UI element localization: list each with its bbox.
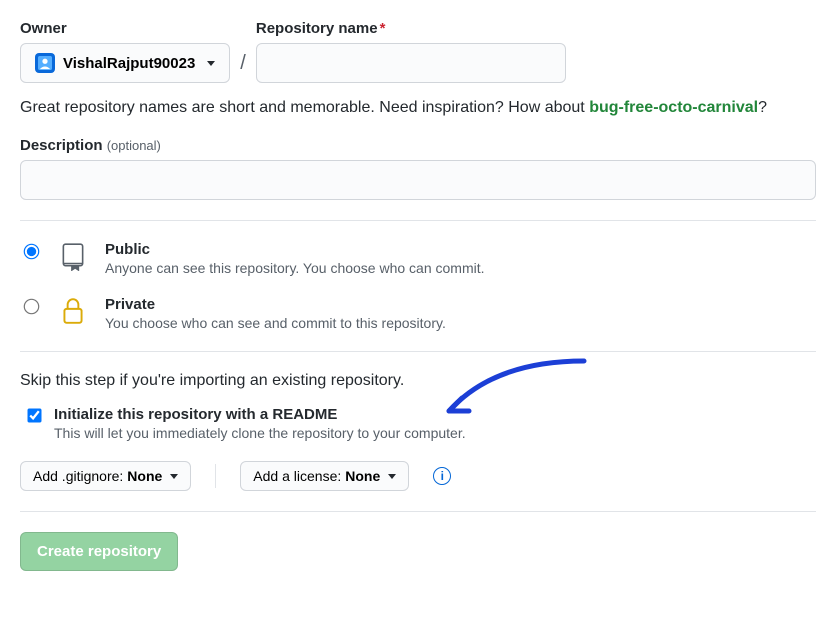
owner-value: VishalRajput90023 bbox=[63, 55, 195, 72]
lock-icon bbox=[59, 296, 87, 329]
name-hint: Great repository names are short and mem… bbox=[20, 99, 816, 117]
caret-down-icon bbox=[170, 474, 178, 479]
description-input[interactable] bbox=[20, 160, 816, 200]
skip-text: Skip this step if you're importing an ex… bbox=[20, 372, 816, 390]
repo-name-label: Repository name* bbox=[256, 20, 566, 37]
public-radio[interactable] bbox=[24, 244, 40, 260]
repo-name-input[interactable] bbox=[256, 43, 566, 83]
repo-public-icon bbox=[59, 241, 87, 274]
private-desc: You choose who can see and commit to thi… bbox=[105, 315, 446, 331]
private-title: Private bbox=[105, 296, 446, 313]
private-radio[interactable] bbox=[24, 299, 40, 315]
initialize-desc: This will let you immediately clone the … bbox=[54, 425, 466, 441]
separator-slash: / bbox=[240, 52, 246, 83]
owner-label: Owner bbox=[20, 20, 230, 37]
initialize-title: Initialize this repository with a README bbox=[54, 406, 466, 423]
owner-select[interactable]: VishalRajput90023 bbox=[20, 43, 230, 83]
public-desc: Anyone can see this repository. You choo… bbox=[105, 260, 485, 276]
avatar bbox=[35, 53, 55, 73]
info-icon[interactable]: i bbox=[433, 467, 451, 485]
public-title: Public bbox=[105, 241, 485, 258]
description-label: Description (optional) bbox=[20, 137, 816, 154]
suggestion-link[interactable]: bug-free-octo-carnival bbox=[589, 99, 758, 116]
initialize-checkbox[interactable] bbox=[27, 408, 41, 422]
gitignore-select[interactable]: Add .gitignore: None bbox=[20, 461, 191, 491]
divider bbox=[215, 464, 216, 488]
caret-down-icon bbox=[388, 474, 396, 479]
create-repository-button[interactable]: Create repository bbox=[20, 532, 178, 571]
license-select[interactable]: Add a license: None bbox=[240, 461, 409, 491]
caret-down-icon bbox=[207, 61, 215, 66]
